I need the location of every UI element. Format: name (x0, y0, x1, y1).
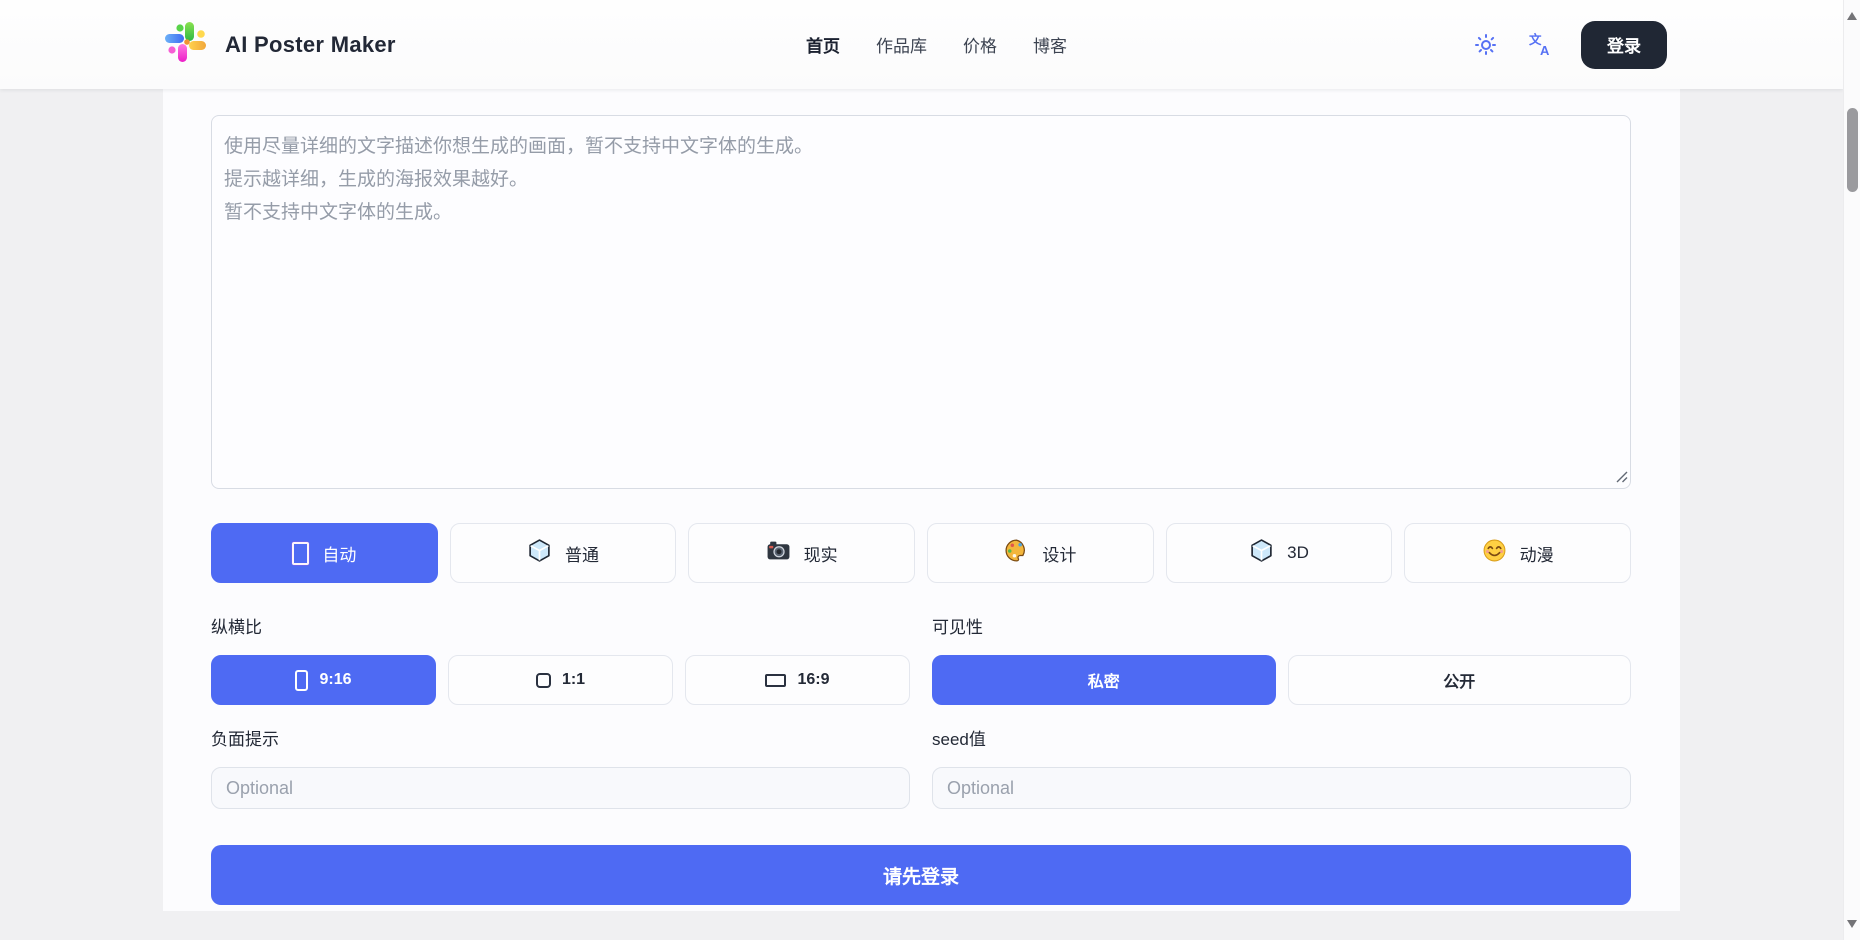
ratio-1-1-button[interactable]: 1:1 (448, 655, 673, 705)
negative-prompt-input[interactable] (211, 767, 910, 809)
style-auto-button[interactable]: 自动 (211, 523, 438, 583)
nav-home[interactable]: 首页 (806, 32, 840, 57)
square-ratio-icon (536, 673, 551, 688)
camera-icon (766, 538, 791, 568)
ice-cube-icon (527, 538, 552, 568)
svg-text:A: A (1540, 43, 1550, 57)
scrollbar-thumb[interactable] (1847, 108, 1858, 192)
scroll-down-icon[interactable] (1847, 920, 1857, 928)
style-3d-button[interactable]: 3D (1166, 523, 1393, 583)
nav-gallery[interactable]: 作品库 (876, 32, 927, 57)
translate-icon[interactable]: 文 A (1527, 32, 1553, 58)
ratio-16-9-button[interactable]: 16:9 (685, 655, 910, 705)
header: AI Poster Maker 首页 作品库 价格 博客 文 A 登录 (0, 0, 1843, 89)
main-nav: 首页 作品库 价格 博客 (806, 0, 1067, 89)
prompt-textarea[interactable] (211, 115, 1631, 489)
sun-icon[interactable] (1473, 32, 1499, 58)
cube-3d-icon (1249, 538, 1274, 568)
visibility-private-button[interactable]: 私密 (932, 655, 1276, 705)
seed-group: seed值 (932, 725, 1631, 809)
aspect-ratio-group: 纵横比 9:16 1:1 16:9 (211, 613, 910, 705)
negative-prompt-label: 负面提示 (211, 725, 910, 750)
visibility-public-button[interactable]: 公开 (1288, 655, 1632, 705)
style-design-button[interactable]: 设计 (927, 523, 1154, 583)
nav-pricing[interactable]: 价格 (963, 32, 997, 57)
login-first-submit-button[interactable]: 请先登录 (211, 845, 1631, 905)
style-anime-button[interactable]: 动漫 (1404, 523, 1631, 583)
nav-blog[interactable]: 博客 (1033, 32, 1067, 57)
app-title: AI Poster Maker (225, 32, 396, 58)
portrait-ratio-icon (295, 670, 308, 691)
ratio-9-16-button[interactable]: 9:16 (211, 655, 436, 705)
login-button[interactable]: 登录 (1581, 21, 1667, 69)
vertical-scrollbar[interactable] (1843, 0, 1860, 940)
smiley-icon (1482, 538, 1507, 568)
seed-input[interactable] (932, 767, 1631, 809)
app-logo-icon (163, 19, 209, 70)
aspect-ratio-label: 纵横比 (211, 613, 910, 638)
style-realistic-button[interactable]: 现实 (688, 523, 915, 583)
generator-panel: 自动 普通 (163, 89, 1680, 911)
style-selector: 自动 普通 (211, 523, 1631, 583)
brand[interactable]: AI Poster Maker (163, 0, 396, 89)
negative-prompt-group: 负面提示 (211, 725, 910, 809)
palette-icon (1004, 538, 1029, 568)
landscape-ratio-icon (765, 674, 786, 687)
visibility-label: 可见性 (932, 613, 1631, 638)
seed-label: seed值 (932, 725, 1631, 750)
visibility-group: 可见性 私密 公开 (932, 613, 1631, 705)
auto-frame-icon (292, 542, 309, 565)
style-normal-button[interactable]: 普通 (450, 523, 677, 583)
scroll-up-icon[interactable] (1847, 12, 1857, 20)
header-actions: 文 A 登录 (1473, 0, 1667, 89)
